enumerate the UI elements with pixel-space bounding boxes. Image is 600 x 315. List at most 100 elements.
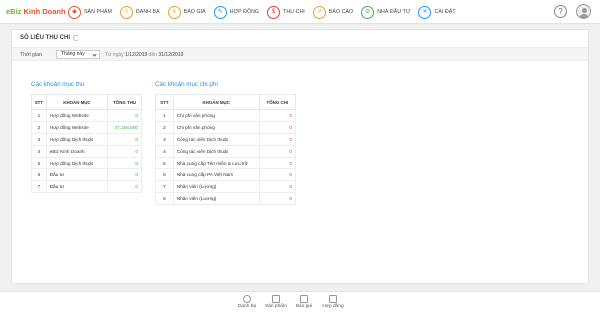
row-category[interactable]: Công tác viên Dịch thuật <box>172 132 260 146</box>
filter-label: Thời gian <box>20 52 42 58</box>
contract-icon: ✎ <box>213 5 227 19</box>
nav-item-4[interactable]: $ THU CHI <box>267 3 305 21</box>
shortcut-cube[interactable]: Sản phẩm <box>261 295 291 309</box>
expense-table: STT KHOẢN MỤC TỔNG CHI 1 Chi phí văn phòng 0… <box>155 94 297 206</box>
row-category[interactable]: Hợp đồng Website <box>45 109 109 122</box>
shortcut-label: Danh bạ <box>237 304 257 309</box>
row-total: 0 <box>258 144 297 158</box>
expense-header-cell: STT <box>155 94 174 110</box>
shortcut-label: Hợp đồng <box>322 304 344 309</box>
brand-name: Kinh Doanh <box>23 7 66 16</box>
nav-item-2[interactable]: ≡ BÁO GIÁ <box>167 3 206 21</box>
row-category[interactable]: Hợp đồng Dịch thuật <box>45 132 109 146</box>
quote-icon: ≡ <box>167 5 181 19</box>
nav-item-3[interactable]: ✎ HỢP ĐỒNG <box>213 3 260 21</box>
expense-title: Các khoản mục chi phí <box>155 81 218 88</box>
row-category[interactable]: Hợp đồng Dịch thuật <box>45 156 109 170</box>
row-category[interactable]: Đầu tư <box>45 168 109 182</box>
row-total: 0 <box>258 180 297 194</box>
cube-icon: ◆ <box>68 5 81 19</box>
row-number: 5 <box>31 156 47 170</box>
row-category[interactable]: Chi phí văn phòng <box>172 120 260 134</box>
shortcut-label: Báo giá <box>295 304 313 309</box>
top-navbar: eBiz Kinh Doanh ◆ SẢN PHẨM ☺ DANH BẠ ≡ BÁO GI… <box>0 0 600 24</box>
table-row: 1 Hợp đồng Website 0 <box>31 109 142 122</box>
income-table: STT KHOẢN MỤC TỔNG THU 1 Hợp đồng Website 0 2… <box>31 94 142 194</box>
table-row: 7 Đầu tư 0 <box>31 180 142 194</box>
avatar-head-shape <box>581 7 587 13</box>
help-icon[interactable]: ? <box>554 5 567 18</box>
quote-icon <box>300 295 308 303</box>
period-select[interactable]: Tháng này <box>56 50 100 59</box>
row-category[interactable]: Nhân viên (Lương) <box>172 192 260 206</box>
shortcut-folder[interactable]: Hợp đồng <box>318 295 348 309</box>
row-number: 8 <box>155 192 174 206</box>
table-row: 8 Nhân viên (Lương) 0 <box>155 192 297 206</box>
table-row: 5 Nhà cung cấp Tên miền & Lưu trữ 0 <box>155 156 297 170</box>
nav-label: HỢP ĐỒNG <box>229 9 260 15</box>
row-total: 0 <box>258 156 297 170</box>
nav-item-5[interactable]: ↗ BÁO CÁO <box>312 3 354 21</box>
expense-table-body: 1 Chi phí văn phòng 0 2 Chi phí văn phòng 0 3 C… <box>155 109 297 206</box>
brand-prefix: eBiz <box>6 7 22 16</box>
income-table-body: 1 Hợp đồng Website 0 2 Hợp đồng Website 47,16… <box>31 109 142 194</box>
row-total: 0 <box>258 120 297 134</box>
nav-item-1[interactable]: ☺ DANH BẠ <box>119 3 160 21</box>
avatar[interactable] <box>576 4 591 19</box>
report-icon: ↗ <box>312 5 326 19</box>
income-header-cell: STT <box>31 94 47 110</box>
row-number: 3 <box>31 132 47 146</box>
date-range: Từ ngày 1/12/2019 đến 31/12/2019 <box>105 52 183 58</box>
table-row: 3 Công tác viên Dịch thuật 0 <box>155 132 297 146</box>
table-row: 2 Chi phí văn phòng 0 <box>155 120 297 134</box>
row-total: 0 <box>258 132 297 146</box>
refresh-icon[interactable] <box>73 35 80 41</box>
nav-item-7[interactable]: ✕ CÀI ĐẶT <box>418 3 456 21</box>
row-number: 6 <box>155 168 174 182</box>
expense-header-cell: KHOẢN MỤC <box>172 94 260 110</box>
nav-label: BÁO CÁO <box>328 9 354 15</box>
nav-label: DANH BẠ <box>135 9 160 15</box>
row-number: 2 <box>155 120 174 134</box>
range-from-label: Từ ngày <box>105 52 124 58</box>
table-row: 1 Chi phí văn phòng 0 <box>155 109 297 122</box>
nav-label: BÁO GIÁ <box>183 9 206 15</box>
row-total: 0 <box>107 168 142 182</box>
nav-item-6[interactable]: ⊘ NHÀ ĐẦU TƯ <box>361 3 410 21</box>
filter-bar: Thời gian Tháng này Từ ngày 1/12/2019 đế… <box>12 47 588 61</box>
row-category[interactable]: Nhân viên (Lương) <box>172 180 260 194</box>
table-row: 4 Công tác viên Dịch thuật 0 <box>155 144 297 158</box>
row-number: 4 <box>31 144 47 158</box>
table-row: 7 Nhân viên (Lương) 0 <box>155 180 297 194</box>
row-category[interactable]: Nhà cung cấp Tên miền & Lưu trữ <box>172 156 260 170</box>
range-to: 31/12/2019 <box>158 52 184 58</box>
row-category[interactable]: Đầu tư <box>45 180 109 194</box>
expense-header-row: STT KHOẢN MỤC TỔNG CHI <box>155 94 297 110</box>
nav-item-0[interactable]: ◆ SẢN PHẨM <box>68 3 112 21</box>
contacts-icon <box>243 295 251 303</box>
expense-header-cell: TỔNG CHI <box>258 94 297 110</box>
shortcut-label: Sản phẩm <box>265 304 287 309</box>
nav-label: CÀI ĐẶT <box>434 9 456 15</box>
nav-label: SẢN PHẨM <box>84 9 112 15</box>
main-nav: ◆ SẢN PHẨM ☺ DANH BẠ ≡ BÁO GIÁ ✎ HỢP ĐỒNG $ THU C… <box>68 3 464 21</box>
row-number: 7 <box>155 180 174 194</box>
row-total: 0 <box>107 144 142 158</box>
row-category[interactable]: eBiz Kinh Doanh <box>45 144 109 158</box>
table-row: 4 eBiz Kinh Doanh 0 <box>31 144 142 158</box>
row-total: 47,168,000 <box>107 120 142 134</box>
row-category[interactable]: Hợp đồng Website <box>45 120 109 134</box>
row-total: 0 <box>258 168 297 182</box>
income-title: Các khoản mục thu <box>31 81 85 88</box>
brand-logo[interactable]: eBiz Kinh Doanh <box>6 7 66 16</box>
shortcut-quote[interactable]: Báo giá <box>289 295 319 309</box>
row-total: 0 <box>107 109 142 122</box>
row-category[interactable]: Nhà cung cấp PA Việt Nam <box>172 168 260 182</box>
row-category[interactable]: Công tác viên Dịch thuật <box>172 144 260 158</box>
table-row: 5 Hợp đồng Dịch thuật 0 <box>31 156 142 170</box>
shortcut-contacts[interactable]: Danh bạ <box>232 295 262 309</box>
row-category[interactable]: Chi phí văn phòng <box>172 109 260 122</box>
settings-icon: ✕ <box>418 5 432 19</box>
row-total: 0 <box>258 109 297 122</box>
row-number: 1 <box>31 109 47 122</box>
